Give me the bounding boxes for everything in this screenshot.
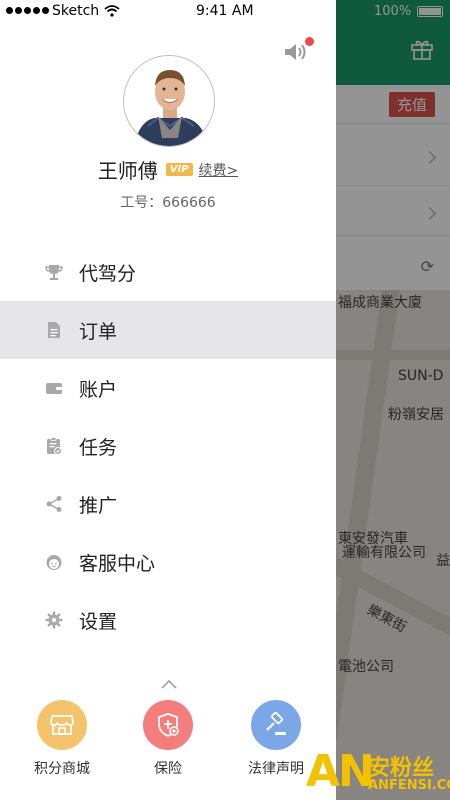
shortcut-label: 积分商城: [34, 761, 90, 777]
trophy-icon: [44, 262, 64, 282]
share-icon: [44, 494, 64, 514]
avatar[interactable]: [123, 55, 215, 147]
notification-dot: [305, 37, 314, 46]
menu-item-promotion[interactable]: 推广: [0, 475, 336, 533]
menu-item-label: 任务: [79, 436, 118, 459]
shortcut-label: 保险: [154, 761, 182, 777]
renew-link[interactable]: 续费>: [199, 160, 239, 180]
gear-icon: [44, 610, 64, 630]
menu-item-label: 账户: [79, 378, 118, 401]
shortcut-points-mall[interactable]: 积分商城: [12, 700, 112, 778]
watermark-mark: AN: [306, 746, 375, 797]
menu-item-tasks[interactable]: 任务: [0, 417, 336, 475]
user-name: 王师傅: [97, 159, 158, 183]
chevron-up-icon[interactable]: [160, 678, 178, 690]
menu-item-label: 客服中心: [79, 552, 156, 575]
store-icon: [37, 700, 87, 750]
customer-service-icon: [44, 552, 64, 572]
shortcut-label: 法律声明: [248, 761, 304, 777]
vip-badge: VIP: [165, 163, 193, 176]
status-bar: Sketch 9:41 AM: [0, 0, 336, 24]
wifi-icon: [104, 5, 120, 17]
bottom-shortcuts: 积分商城 保险 法律声明: [0, 700, 336, 782]
document-icon: [44, 320, 64, 340]
drawer-menu: 代驾分 订单 账户 任务 推广 客服中心 设置: [0, 243, 336, 649]
wallet-icon: [44, 378, 64, 398]
menu-item-label: 推广: [79, 494, 118, 517]
profile-photo: [124, 56, 214, 146]
signal-icon: [6, 7, 49, 14]
menu-item-label: 代驾分: [79, 262, 137, 285]
profile-name-row: 王师傅 VIP 续费>: [0, 155, 336, 184]
menu-item-settings[interactable]: 设置: [0, 591, 336, 649]
gavel-icon: [251, 700, 301, 750]
employee-id: 工号：666666: [120, 195, 216, 211]
clipboard-check-icon: [44, 436, 64, 456]
side-drawer: Sketch 9:41 AM 王师傅 VIP 续费> 工号：666666 代驾分…: [0, 0, 336, 800]
shield-icon: [143, 700, 193, 750]
carrier-name: Sketch: [52, 3, 100, 19]
menu-item-driving-score[interactable]: 代驾分: [0, 243, 336, 301]
drawer-scrim[interactable]: [336, 0, 450, 800]
watermark-logo: AN 安粉丝 ANFENSI.COM: [306, 748, 450, 800]
shortcut-insurance[interactable]: 保险: [118, 700, 218, 778]
menu-item-customer-service[interactable]: 客服中心: [0, 533, 336, 591]
menu-item-label: 设置: [79, 610, 118, 633]
watermark-en: ANFENSI.COM: [368, 778, 450, 793]
menu-item-account[interactable]: 账户: [0, 359, 336, 417]
menu-item-label: 订单: [79, 320, 118, 343]
clock: 9:41 AM: [196, 3, 254, 19]
menu-item-orders[interactable]: 订单: [0, 301, 336, 359]
speaker-icon[interactable]: [282, 40, 308, 64]
